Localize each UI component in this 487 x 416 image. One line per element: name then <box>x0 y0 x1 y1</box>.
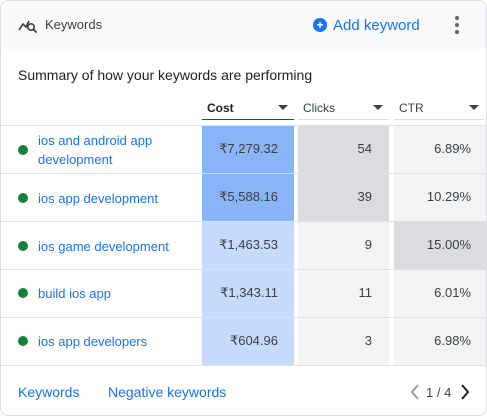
column-label-ctr: CTR <box>399 101 424 115</box>
ctr-cell: 6.98% <box>394 318 486 366</box>
table-row: build ios app ₹1,343.11 11 6.01% <box>1 270 486 318</box>
add-keyword-button[interactable]: + Add keyword <box>313 13 420 37</box>
ctr-value: 6.89% <box>434 141 471 156</box>
keyword-link[interactable]: ios app developers <box>38 332 188 351</box>
status-enabled-icon <box>18 336 28 346</box>
keyword-link[interactable]: ios app development <box>38 189 188 208</box>
clicks-value: 54 <box>357 141 372 156</box>
keywords-link[interactable]: Keywords <box>18 384 79 400</box>
ctr-value: 6.01% <box>434 285 471 300</box>
cost-cell: ₹5,588.16 <box>202 174 294 222</box>
clicks-value: 11 <box>358 285 373 300</box>
clicks-cell: 39 <box>298 174 389 222</box>
keyword-search-icon <box>18 15 38 35</box>
sort-dropdown-icon <box>278 105 288 110</box>
table-row: ios app developers ₹604.96 3 6.98% <box>1 318 486 366</box>
cost-cell: ₹1,463.53 <box>202 222 294 270</box>
clicks-value: 3 <box>364 333 372 348</box>
dropdown-icon <box>373 105 383 110</box>
dropdown-icon <box>469 105 479 110</box>
cost-cell: ₹1,343.11 <box>202 270 294 318</box>
card-title: Keywords <box>45 17 103 32</box>
clicks-cell: 3 <box>298 318 389 366</box>
column-underline-ctr <box>394 119 484 120</box>
status-enabled-icon <box>18 241 28 251</box>
column-header-ctr[interactable]: CTR <box>399 97 483 117</box>
column-header-cost[interactable]: Cost <box>207 97 291 117</box>
add-circle-icon: + <box>313 18 327 32</box>
clicks-value: 39 <box>357 189 372 204</box>
ctr-cell: 10.29% <box>394 174 486 222</box>
keywords-card: Keywords + Add keyword Summary of how yo… <box>0 0 487 416</box>
ctr-cell: 6.01% <box>394 270 486 318</box>
status-enabled-icon <box>18 193 28 203</box>
table-row: ios app development ₹5,588.16 39 10.29% <box>1 174 486 222</box>
column-header-clicks[interactable]: Clicks <box>303 97 387 117</box>
add-keyword-label: Add keyword <box>333 16 420 34</box>
table-row: ios game development ₹1,463.53 9 15.00% <box>1 222 486 270</box>
keyword-link[interactable]: build ios app <box>38 284 188 303</box>
card-header: Keywords + Add keyword <box>1 1 486 49</box>
chevron-right-icon[interactable] <box>458 382 472 402</box>
clicks-cell: 11 <box>298 270 389 318</box>
clicks-cell: 9 <box>298 222 389 270</box>
cost-cell: ₹604.96 <box>202 318 294 366</box>
page-indicator: 1 / 4 <box>426 385 452 400</box>
clicks-cell: 54 <box>298 126 389 174</box>
status-enabled-icon <box>18 288 28 298</box>
ctr-cell: 6.89% <box>394 126 486 174</box>
summary-text: Summary of how your keywords are perform… <box>18 67 313 83</box>
column-label-cost: Cost <box>207 101 234 115</box>
ctr-value: 15.00% <box>426 237 471 252</box>
column-label-clicks: Clicks <box>303 101 335 115</box>
cost-value: ₹5,588.16 <box>219 189 278 204</box>
cost-value: ₹7,279.32 <box>219 141 278 156</box>
more-vert-icon[interactable] <box>449 13 465 37</box>
keyword-link[interactable]: ios game development <box>38 237 188 256</box>
chevron-left-icon[interactable] <box>408 382 422 402</box>
ctr-value: 10.29% <box>426 189 471 204</box>
cost-cell: ₹7,279.32 <box>202 126 294 174</box>
column-underline-clicks <box>298 119 389 120</box>
keyword-link[interactable]: ios and android app development <box>38 131 188 169</box>
ctr-value: 6.98% <box>434 333 471 348</box>
table-row: ios and android app development ₹7,279.3… <box>1 126 486 174</box>
cost-value: ₹1,463.53 <box>219 237 278 252</box>
cost-value: ₹604.96 <box>229 333 278 348</box>
status-enabled-icon <box>18 145 28 155</box>
ctr-cell: 15.00% <box>394 222 486 270</box>
column-underline-cost <box>202 119 294 120</box>
row-divider <box>1 365 486 366</box>
negative-keywords-link[interactable]: Negative keywords <box>108 384 226 400</box>
cost-value: ₹1,343.11 <box>220 285 278 300</box>
clicks-value: 9 <box>364 237 372 252</box>
